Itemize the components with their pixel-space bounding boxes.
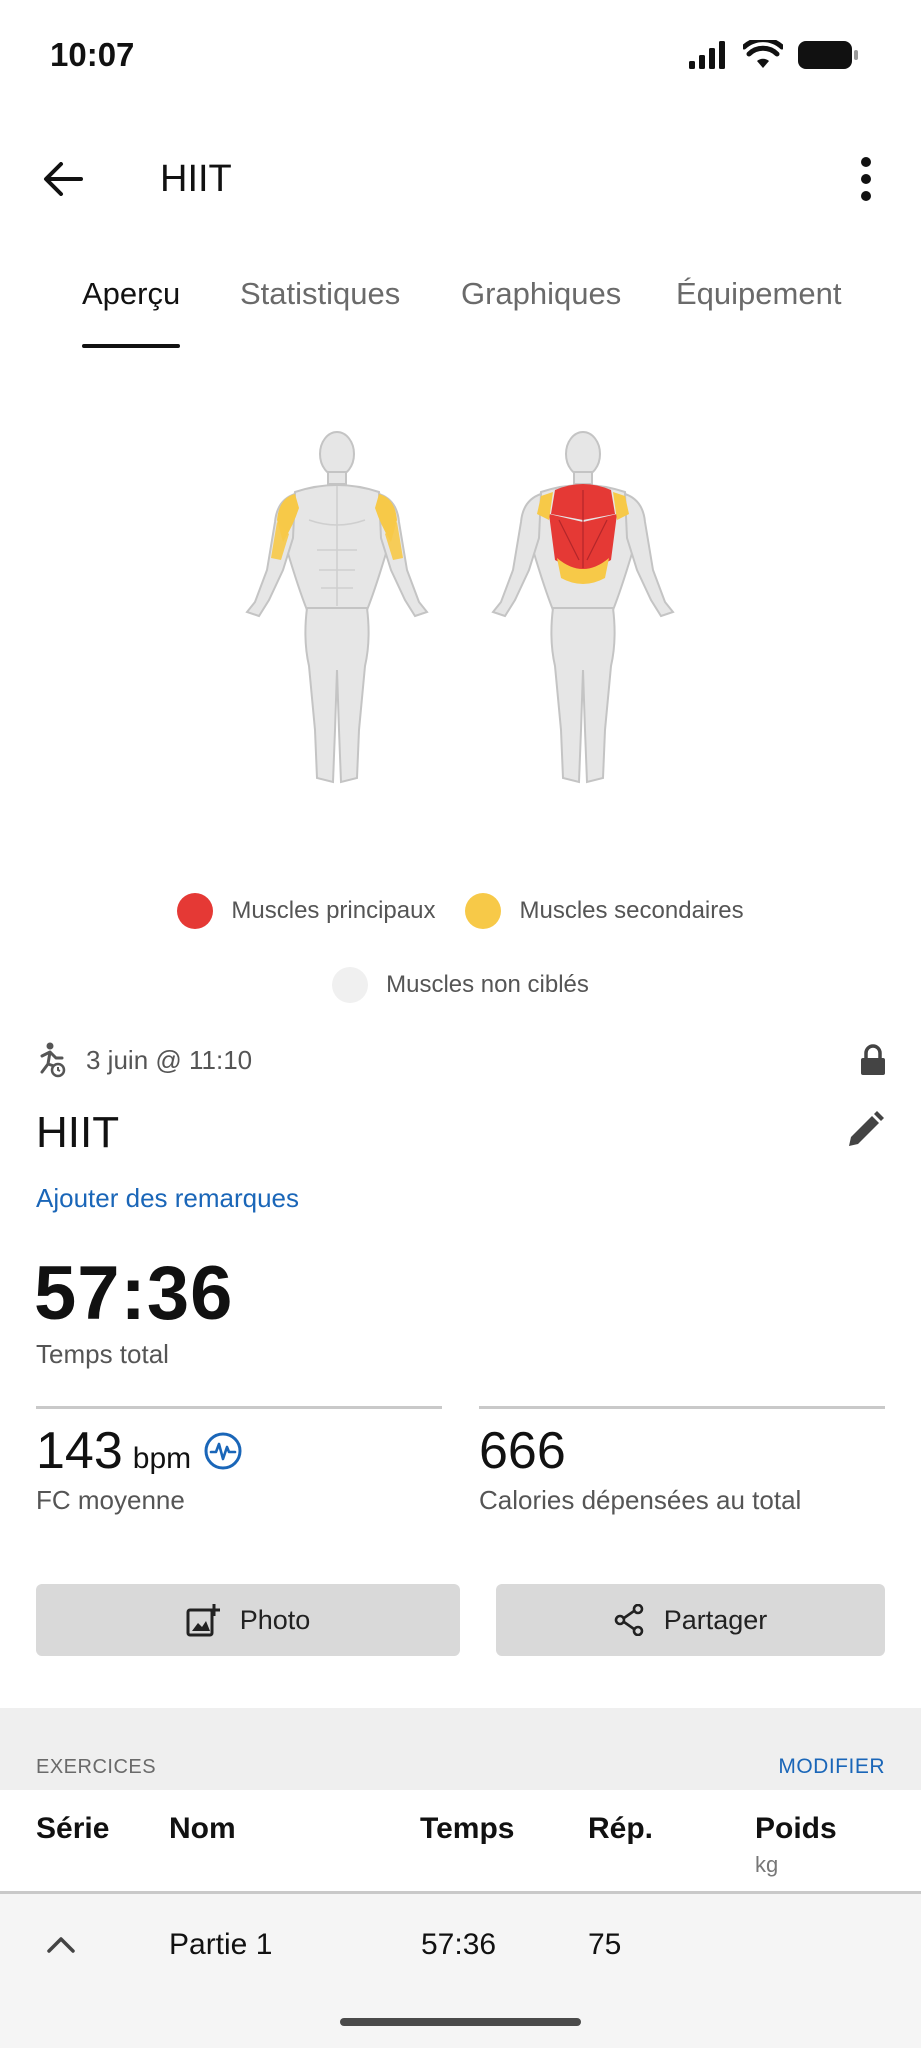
lock-icon[interactable] (860, 1044, 886, 1076)
share-icon (614, 1604, 644, 1636)
col-poids: Poids (755, 1812, 837, 1845)
avg-hr-stat: 143 bpm FC moyenne (36, 1406, 442, 1516)
home-indicator[interactable] (340, 2018, 581, 2026)
avg-hr-label: FC moyenne (36, 1485, 185, 1515)
share-button[interactable]: Partager (496, 1584, 885, 1656)
arrow-left-icon (44, 162, 83, 196)
row-nom: Partie 1 (169, 1928, 273, 1961)
legend-untargeted-label: Muscles non ciblés (386, 971, 589, 998)
activity-timer-icon (40, 1042, 66, 1078)
tab-apercu[interactable]: Aperçu (82, 276, 180, 312)
more-options-button[interactable] (841, 154, 891, 204)
col-temps: Temps (420, 1812, 515, 1845)
legend-primary: Muscles principaux (177, 893, 435, 929)
col-poids-unit: kg (755, 1852, 779, 1877)
calories-stat: 666 Calories dépensées au total (479, 1406, 885, 1516)
chevron-up-icon[interactable] (46, 1934, 76, 1954)
add-notes-link[interactable]: Ajouter des remarques (36, 1183, 299, 1214)
col-rep: Rép. (588, 1812, 654, 1845)
legend-secondary-label: Muscles secondaires (519, 897, 744, 924)
muscle-map (0, 430, 921, 800)
body-back-figure (491, 431, 675, 784)
edit-pencil-icon[interactable] (845, 1110, 885, 1150)
add-photo-button[interactable]: Photo (36, 1584, 460, 1656)
primary-muscle-dot (177, 893, 214, 929)
back-button[interactable] (38, 154, 88, 204)
legend-untargeted: Muscles non ciblés (332, 967, 589, 1003)
status-time: 10:07 (50, 36, 135, 73)
avg-hr-value-row: 143 bpm (36, 1421, 442, 1481)
exercises-title: EXERCICES (36, 1756, 157, 1778)
workout-meta: 3 juin @ 11:10 (36, 1040, 886, 1080)
battery-icon (798, 41, 858, 69)
share-label: Partager (663, 1604, 768, 1635)
active-tab-indicator (82, 344, 180, 348)
tab-graphiques[interactable]: Graphiques (461, 276, 621, 312)
secondary-muscle-dot (465, 893, 502, 929)
page-title: HIIT (160, 158, 232, 200)
signal-icon (689, 41, 725, 69)
col-serie: Série (36, 1812, 110, 1845)
avg-hr-unit: bpm (132, 1442, 192, 1475)
body-front-figure (245, 431, 429, 784)
add-photo-label: Photo (239, 1604, 311, 1635)
wifi-icon (743, 40, 783, 68)
workout-date: 3 juin @ 11:10 (86, 1044, 253, 1075)
tab-statistiques[interactable]: Statistiques (240, 276, 400, 312)
calories-value-row: 666 (479, 1421, 885, 1481)
total-time-label: Temps total (36, 1339, 169, 1369)
muscle-legend: Muscles principaux Muscles secondaires (0, 893, 921, 929)
table-row[interactable]: Partie 1 57:36 75 (0, 1894, 921, 1994)
more-vertical-icon (861, 157, 871, 201)
heart-rate-pulse-icon[interactable] (203, 1431, 243, 1471)
col-nom: Nom (169, 1812, 236, 1845)
exercises-edit-button[interactable]: MODIFIER (778, 1755, 885, 1779)
tab-bar: Aperçu Statistiques Graphiques Équipemen… (0, 268, 921, 352)
status-bar: 10:07 (0, 0, 921, 110)
legend-primary-label: Muscles principaux (231, 897, 436, 924)
calories-label: Calories dépensées au total (479, 1485, 802, 1515)
total-time-value: 57:36 (34, 1251, 234, 1336)
exercises-table-header: Série Nom Temps Rép. Poids kg (0, 1790, 921, 1894)
workout-title: HIIT (36, 1108, 120, 1157)
add-photo-icon (186, 1604, 220, 1637)
exercises-section-header: EXERCICES MODIFIER (0, 1708, 921, 1790)
row-temps: 57:36 (421, 1928, 497, 1961)
status-icons (689, 40, 859, 70)
row-rep: 75 (588, 1928, 622, 1961)
legend-secondary: Muscles secondaires (465, 893, 744, 929)
muscle-legend-second-row: Muscles non ciblés (0, 967, 921, 1003)
avg-hr-value: 143 (36, 1422, 123, 1480)
top-app-bar: HIIT (0, 130, 921, 230)
tab-equipement[interactable]: Équipement (676, 276, 841, 312)
untargeted-muscle-dot (332, 967, 369, 1003)
calories-value: 666 (479, 1422, 566, 1480)
